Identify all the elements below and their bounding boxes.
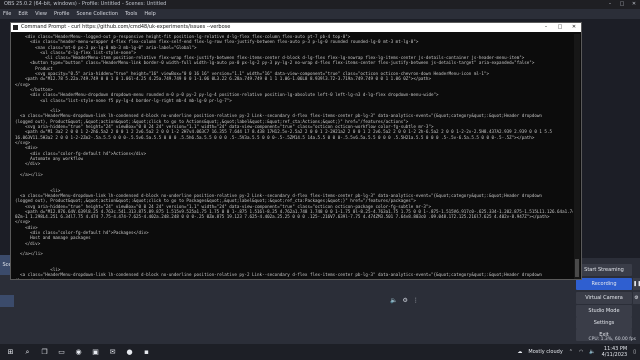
command-prompt-window[interactable]: Command Prompt - curl https://github.com…: [10, 22, 582, 280]
recording-button[interactable]: Recording: [576, 278, 632, 290]
menu-edit[interactable]: Edit: [18, 9, 28, 19]
browser-icon[interactable]: ◉: [72, 346, 85, 358]
obs-controls-dock: Start Streaming Recording ❚❚ Virtual Cam…: [572, 258, 640, 344]
terminal-line: <button type="button" class="HeaderMenu-…: [15, 60, 535, 66]
start-streaming-button[interactable]: Start Streaming: [576, 264, 632, 276]
clock[interactable]: 11:43 PM 4/11/2023: [602, 346, 628, 358]
terminal-line: 0Zm-1 1.298L4.251 6.34l7.75 4.474 7.75-4…: [15, 214, 550, 220]
scene-list-item[interactable]: [0, 295, 14, 307]
weather-text[interactable]: Mostly cloudy: [528, 349, 562, 355]
mail-icon[interactable]: ✉: [106, 346, 119, 358]
system-tray: ☁ Mostly cloudy ⌃ ◠ 🔈 11:43 PM 4/11/2023…: [517, 344, 636, 360]
settings-button[interactable]: Settings: [576, 317, 632, 329]
cmd-window-title: Command Prompt - curl https://github.com…: [21, 24, 231, 30]
volume-icon[interactable]: 🔈: [589, 349, 595, 355]
obs-status-bar: CPU: 1.3%, 60.00 fps: [588, 337, 637, 342]
network-icon[interactable]: ◠: [579, 349, 583, 355]
notifications-icon[interactable]: ▯: [633, 349, 636, 355]
obs-taskbar-icon[interactable]: ●: [123, 346, 136, 358]
menu-tools[interactable]: Tools: [125, 9, 137, 19]
cmd-maximize-icon[interactable]: □: [553, 23, 567, 32]
terminal-output[interactable]: <div class="HeaderMenu--logged-out p-res…: [15, 34, 573, 279]
terminal-line: 16.063V11.5H3a2 2 0 0 1-2-2Zm2-.5a.5.5 0…: [15, 134, 535, 140]
task-view-icon[interactable]: ❐: [38, 346, 51, 358]
menu-help[interactable]: Help: [144, 9, 155, 19]
obs-window-controls: – □ ✕: [604, 0, 640, 9]
virtual-camera-gear-icon[interactable]: ⚙: [633, 292, 640, 304]
file-explorer-icon[interactable]: ▭: [55, 346, 68, 358]
terminal-icon: [13, 25, 18, 30]
taskbar: ⊞ ⌕ ❐ ▭ ◉ ▣ ✉ ● ▪ ☁ Mostly cloudy ⌃ ◠ 🔈 …: [0, 344, 640, 360]
menu-scene-collection[interactable]: Scene Collection: [76, 9, 118, 19]
menu-profile[interactable]: Profile: [54, 9, 70, 19]
obs-window-title: OBS 25.0.2 (64-bit, windows) - Profile: …: [4, 1, 167, 7]
mixer-gear-icon[interactable]: ⚙: [402, 298, 407, 304]
cmd-scrollbar[interactable]: [574, 34, 580, 279]
obs-title-bar: OBS 25.0.2 (64-bit, windows) - Profile: …: [0, 0, 640, 9]
terminal-line: <a class="HeaderMenu-dropdown-link lh-co…: [15, 113, 542, 119]
tray-chevron-icon[interactable]: ⌃: [569, 349, 573, 355]
cmd-minimize-icon[interactable]: –: [539, 23, 553, 32]
terminal-taskbar-icon[interactable]: ▪: [140, 346, 153, 358]
mixer-menu-icon[interactable]: ⋮: [413, 298, 419, 304]
cmd-title-bar[interactable]: Command Prompt - curl https://github.com…: [11, 23, 581, 32]
virtual-camera-button[interactable]: Virtual Camera: [576, 292, 632, 304]
minimize-icon[interactable]: –: [604, 0, 616, 9]
clock-date: 4/11/2023: [601, 352, 628, 358]
search-icon[interactable]: ⌕: [21, 346, 34, 358]
windows-start-icon[interactable]: ⊞: [4, 346, 17, 358]
terminal-line: (logged out): [15, 278, 573, 279]
terminal-line: <path d="M1 3a2 2 0 0 1 2-2h6.5a2 2 0 0 …: [15, 129, 552, 135]
menu-view[interactable]: View: [35, 9, 47, 19]
pause-icon[interactable]: ❚❚: [633, 278, 640, 290]
store-icon[interactable]: ▣: [89, 346, 102, 358]
obs-menu-bar: File Edit View Profile Scene Collection …: [0, 9, 640, 19]
scrollbar-thumb[interactable]: [575, 259, 579, 277]
weather-icon[interactable]: ☁: [517, 349, 522, 355]
mixer-toolbar: 🔈 ⚙ ⋮: [390, 298, 480, 304]
maximize-icon[interactable]: □: [616, 0, 628, 9]
cmd-close-icon[interactable]: ✕: [567, 23, 581, 32]
speaker-icon[interactable]: 🔈: [390, 298, 397, 304]
menu-file[interactable]: File: [3, 9, 11, 19]
terminal-line: <a class="HeaderMenu-dropdown-link lh-co…: [15, 272, 542, 278]
close-icon[interactable]: ✕: [628, 0, 640, 9]
desktop: OBS 25.0.2 (64-bit, windows) - Profile: …: [0, 0, 640, 360]
studio-mode-button[interactable]: Studio Mode: [576, 305, 632, 317]
cmd-window-controls: – □ ✕: [539, 23, 581, 32]
